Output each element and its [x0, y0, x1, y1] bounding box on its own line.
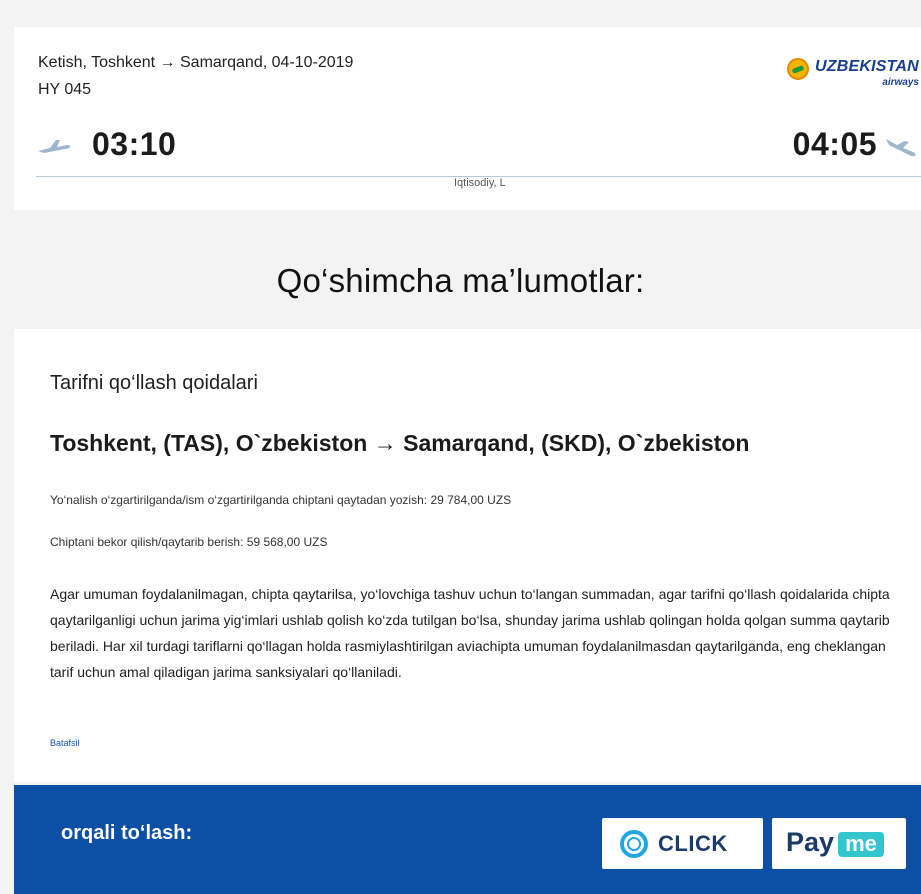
airline-name: UZBEKISTAN — [815, 58, 919, 75]
departure-plane-icon — [38, 140, 71, 153]
payme-pay-button[interactable]: Pay me — [772, 818, 906, 869]
airline-sub: airways — [882, 77, 919, 88]
cancel-fee-text: Chiptani bekor qilish/qaytarib berish: 5… — [50, 535, 328, 549]
click-pay-button[interactable]: CLICK — [602, 818, 763, 869]
info-heading: Qo‘shimcha ma’lumotlar: — [276, 262, 645, 299]
airline-emblem-icon — [787, 58, 809, 80]
fare-class: Iqtisodiy, L — [454, 177, 506, 189]
route-title: Ketish, Toshkent → Samarqand, 04-10-2019 — [38, 54, 354, 71]
change-fee-text: Yo‘nalish o‘zgartirilganda/ism o‘zgartir… — [50, 493, 512, 507]
airline-logo: UZBEKISTAN airways — [781, 50, 921, 90]
fare-rules-card: Tarifni qo‘llash qoidalari Toshkent, (TA… — [14, 329, 921, 782]
refund-policy-text: Agar umuman foydalanilmagan, chipta qayt… — [50, 586, 890, 680]
fare-rules-route: Toshkent, (TAS), O`zbekiston → Samarqand… — [50, 430, 750, 456]
payment-label: orqali to‘lash: — [61, 822, 193, 844]
payme-label-pay: Pay — [786, 827, 835, 857]
arrival-plane-icon — [886, 139, 916, 157]
payme-label-me: me — [838, 832, 884, 857]
departure-time: 03:10 — [92, 126, 177, 162]
flight-number: HY 045 — [38, 81, 92, 98]
click-logo-icon — [620, 830, 648, 858]
payment-bar: orqali to‘lash: CLICK Pay me — [14, 785, 921, 894]
arrival-time: 04:05 — [792, 126, 877, 162]
click-label: CLICK — [658, 831, 728, 856]
flight-card: Ketish, Toshkent → Samarqand, 04-10-2019… — [14, 27, 921, 210]
fare-rules-title: Tarifni qo‘llash qoidalari — [50, 372, 258, 394]
more-details-link[interactable]: Batafsil — [50, 738, 80, 748]
